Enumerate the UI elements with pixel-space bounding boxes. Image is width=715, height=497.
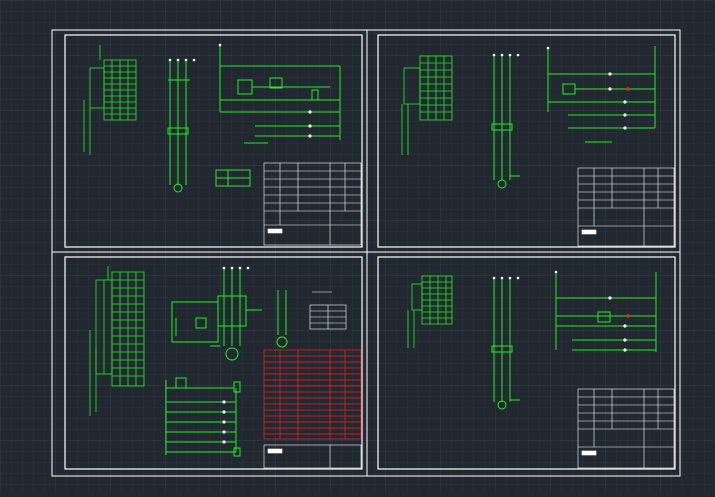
cad-model-space[interactable] [0, 0, 715, 493]
drawing-canvas[interactable] [0, 0, 715, 493]
sheet-2-indicator [626, 87, 630, 91]
sheet-4-indicator [626, 314, 630, 318]
